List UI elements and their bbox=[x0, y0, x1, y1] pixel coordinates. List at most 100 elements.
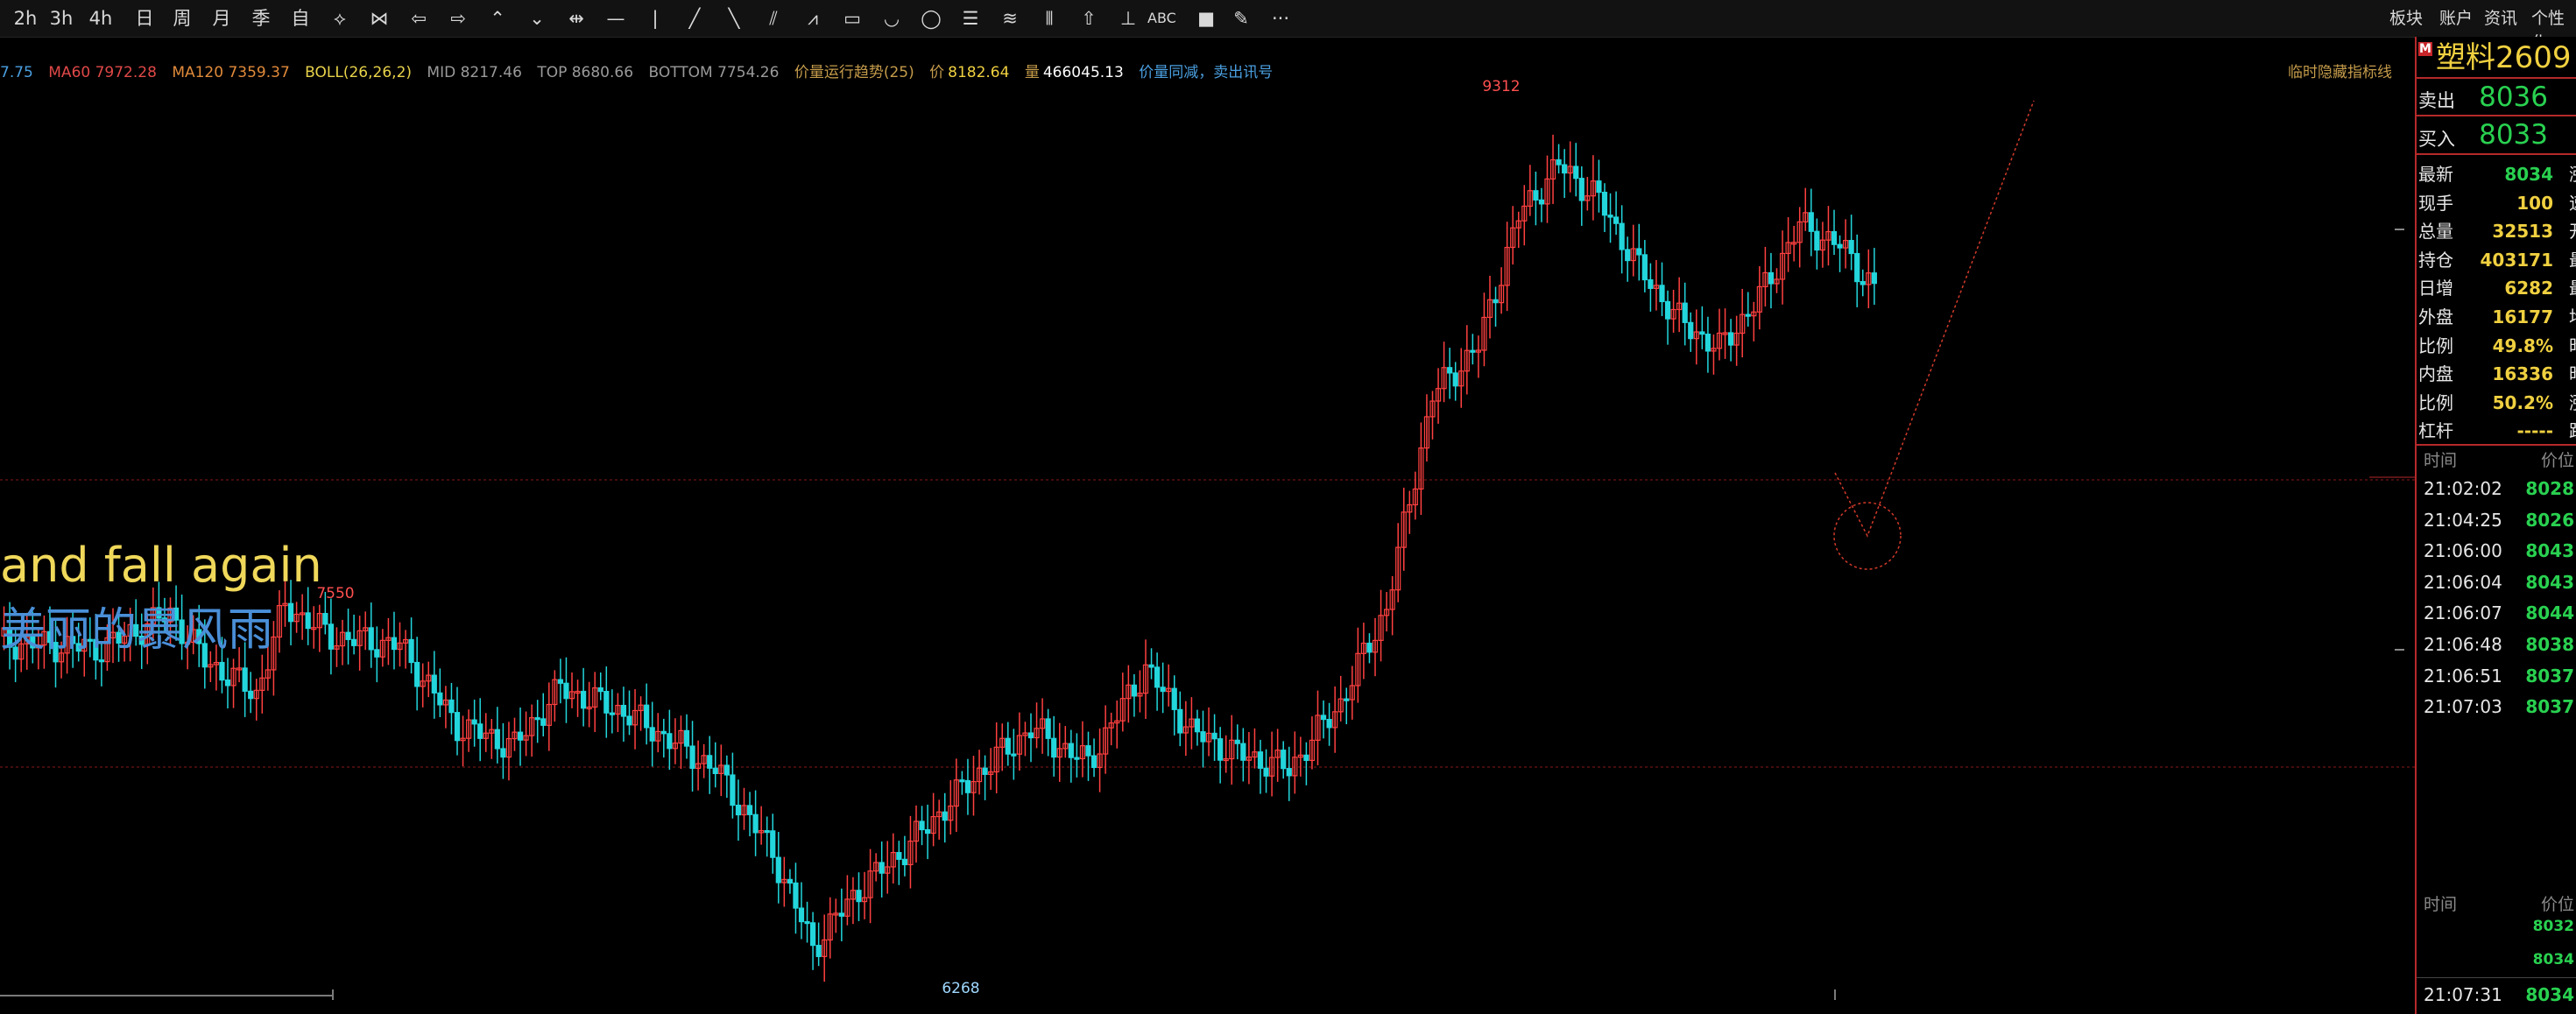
candle-body bbox=[448, 699, 455, 714]
horizontal-line-icon[interactable]: — bbox=[603, 6, 629, 31]
candle-body bbox=[793, 882, 799, 909]
period-month-icon[interactable]: 月 bbox=[208, 6, 235, 31]
candle-body bbox=[1625, 249, 1631, 262]
candle-body bbox=[1860, 280, 1866, 285]
candle-body bbox=[942, 811, 948, 821]
crosshair-tool-icon[interactable]: ⇹ bbox=[563, 6, 589, 31]
candle-body bbox=[1090, 755, 1097, 769]
candle-body bbox=[414, 661, 420, 687]
bowtie-tool-icon[interactable]: ⋈ bbox=[366, 6, 392, 31]
quote-row-cut-label: 速 bbox=[2569, 189, 2576, 217]
fibonacci-tool-icon[interactable]: ☰ bbox=[957, 6, 984, 31]
candle-body bbox=[219, 661, 225, 681]
diamond-tool-icon[interactable]: ⟡ bbox=[327, 6, 353, 31]
quote-row-label: 日增 bbox=[2418, 278, 2453, 299]
circle-tool-icon[interactable]: ◯ bbox=[918, 6, 944, 31]
trend-line-icon[interactable]: ╱ bbox=[681, 6, 708, 31]
more-icon[interactable]: ··· bbox=[1267, 6, 1294, 31]
quote-row: 内盘 16336 昨 bbox=[2417, 360, 2576, 388]
candlestick-chart[interactable]: 9312 7550 6268 bbox=[0, 59, 2415, 1014]
menu-item-1[interactable]: 账户 bbox=[2439, 6, 2473, 31]
candle-body bbox=[1200, 731, 1206, 743]
candle-body bbox=[242, 667, 248, 692]
candle-body bbox=[804, 920, 810, 925]
quote-row-cut-label: 昨 bbox=[2569, 332, 2576, 360]
quote-row: 比例 49.8% 昨 bbox=[2417, 332, 2576, 360]
wave-tool-icon[interactable]: ⩘ bbox=[800, 6, 826, 31]
arrow-left-icon[interactable]: ⇦ bbox=[406, 6, 432, 31]
candle-body bbox=[879, 862, 885, 874]
pen-tool-icon[interactable]: ✎ bbox=[1228, 6, 1254, 31]
buy-label: 买入 bbox=[2418, 129, 2455, 150]
candle-body bbox=[345, 631, 351, 640]
candle-body bbox=[563, 682, 569, 700]
fill-color-icon[interactable]: ■ bbox=[1193, 6, 1219, 31]
contract-title[interactable]: 塑料2609 bbox=[2436, 39, 2572, 77]
candle-body bbox=[1326, 718, 1332, 729]
extreme-price-label: 9312 bbox=[1482, 78, 1520, 95]
tick-time: 21:02:02 bbox=[2424, 478, 2502, 499]
tick-price: 8028 bbox=[2525, 478, 2574, 499]
candle-body bbox=[707, 755, 713, 769]
quote-row-label: 总量 bbox=[2418, 221, 2453, 243]
menu-item-3[interactable]: 个性化 bbox=[2531, 6, 2576, 53]
period-day-icon[interactable]: 日 bbox=[131, 6, 158, 31]
divider bbox=[2417, 977, 2576, 978]
tick-row: 21:06:00 8043 bbox=[2417, 535, 2576, 567]
extreme-price-label: 7550 bbox=[316, 585, 354, 602]
candle-body bbox=[752, 813, 759, 834]
period-custom-icon[interactable]: 自 bbox=[287, 6, 314, 31]
candle-body bbox=[1636, 248, 1642, 256]
candle-body bbox=[730, 774, 736, 806]
candle-body bbox=[1768, 271, 1775, 285]
tick-time: 21:04:25 bbox=[2424, 509, 2502, 531]
period-3h-icon[interactable]: 3h bbox=[48, 6, 74, 31]
tick-row: 21:04:25 8026 bbox=[2417, 504, 2576, 536]
chevron-up-icon[interactable]: ⌃ bbox=[484, 6, 511, 31]
cycle-lines-icon[interactable]: ⫴ bbox=[1036, 6, 1062, 31]
candle-body bbox=[1281, 750, 1287, 770]
candle-body bbox=[964, 779, 971, 793]
vertical-line-icon[interactable]: | bbox=[642, 6, 668, 31]
text-annotation-icon[interactable]: ABC bbox=[1147, 6, 1176, 31]
candle-body bbox=[1011, 753, 1017, 757]
candle-body bbox=[1613, 216, 1620, 224]
measure-tool-icon[interactable]: ⊥ bbox=[1115, 6, 1141, 31]
ray-line-icon[interactable]: ╲ bbox=[721, 6, 747, 31]
candle-body bbox=[815, 945, 822, 957]
candle-body bbox=[982, 767, 988, 775]
menu-item-2[interactable]: 资讯 bbox=[2484, 6, 2517, 31]
rectangle-tool-icon[interactable]: ▭ bbox=[839, 6, 865, 31]
candle-body bbox=[1148, 664, 1154, 668]
last-tick-price: 8034 bbox=[2525, 984, 2574, 1005]
chevron-down-icon[interactable]: ⌄ bbox=[524, 6, 550, 31]
lower-value: 8034 bbox=[2532, 951, 2574, 968]
candle-body bbox=[1659, 285, 1665, 303]
candle-body bbox=[597, 687, 603, 693]
period-week-icon[interactable]: 周 bbox=[169, 6, 195, 31]
parallel-lines-icon[interactable]: ⫽ bbox=[760, 6, 787, 31]
gann-tool-icon[interactable]: ≋ bbox=[997, 6, 1023, 31]
candle-body bbox=[896, 852, 902, 860]
candle-body bbox=[683, 729, 690, 747]
tick-row: 21:06:04 8043 bbox=[2417, 567, 2576, 598]
period-4h-icon[interactable]: 4h bbox=[88, 6, 114, 31]
period-quarter-icon[interactable]: 季 bbox=[248, 6, 274, 31]
tick-price: 8037 bbox=[2525, 696, 2574, 718]
quote-row-value: 50.2% bbox=[2492, 391, 2553, 413]
arrow-right-icon[interactable]: ⇨ bbox=[445, 6, 471, 31]
candle-body bbox=[494, 729, 500, 750]
period-2h-icon[interactable]: 2h bbox=[12, 6, 39, 31]
candle-body bbox=[1641, 254, 1648, 281]
tick-time: 21:06:51 bbox=[2424, 665, 2502, 687]
candle-body bbox=[1556, 158, 1562, 165]
quote-row-value: 16177 bbox=[2492, 306, 2553, 327]
up-arrow-marker-icon[interactable]: ⇧ bbox=[1076, 6, 1102, 31]
candle-body bbox=[919, 820, 925, 831]
tick-row: 21:06:07 8044 bbox=[2417, 597, 2576, 629]
candle-body bbox=[1538, 199, 1545, 205]
quote-row: 外盘 16177 均 bbox=[2417, 303, 2576, 331]
menu-item-0[interactable]: 板块 bbox=[2389, 6, 2423, 31]
overlay-caption-english: and fall again bbox=[0, 538, 322, 593]
arc-tool-icon[interactable]: ◡ bbox=[879, 6, 905, 31]
